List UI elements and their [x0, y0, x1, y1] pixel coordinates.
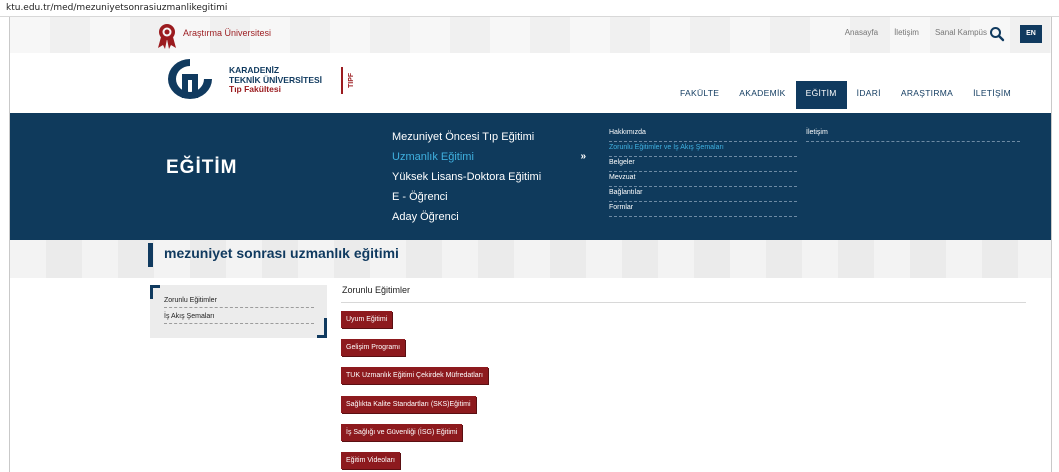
logo-text[interactable]: KARADENİZ TEKNİK ÜNİVERSİTESİ Tıp Fakült…	[229, 65, 322, 95]
mega-item-prospective[interactable]: Aday Öğrenci	[392, 207, 590, 227]
mega-item-label: Uzmanlık Eğitimi	[392, 151, 474, 163]
mega-tertiary-list: İletişim	[806, 127, 1020, 142]
banner-accent-bar	[148, 243, 153, 267]
main-navigation: FAKÜLTE AKADEMİK EĞİTİM İDARİ ARAŞTIRMA …	[670, 81, 1021, 113]
sidebar-corner-decoration	[317, 318, 327, 338]
search-icon[interactable]	[988, 25, 1006, 43]
education-mega-menu: EĞİTİM Mezuniyet Öncesi Tıp Eğitimi Uzma…	[10, 113, 1051, 240]
sidebar-item-workflow-charts[interactable]: İş Akış Şemaları	[164, 310, 314, 324]
site-header: KARADENİZ TEKNİK ÜNİVERSİTESİ Tıp Fakült…	[10, 53, 1051, 113]
sub-item-documents[interactable]: Belgeler	[609, 157, 797, 172]
content-heading: Zorunlu Eğitimler	[342, 285, 411, 295]
sks-training-button[interactable]: Sağlıkta Kalite Standartları (SKS)Eğitim…	[341, 396, 476, 413]
sidebar-corner-decoration	[150, 285, 160, 299]
sub-item-about[interactable]: Hakkımızda	[609, 127, 797, 142]
ktu-logo-icon[interactable]	[160, 56, 220, 102]
mega-item-undergraduate[interactable]: Mezuniyet Öncesi Tıp Eğitimi	[392, 127, 590, 147]
top-link-contact[interactable]: İletişim	[894, 28, 919, 37]
top-utility-bar: Araştırma Üniversitesi Anasayfa İletişim…	[10, 17, 1051, 53]
orientation-training-button[interactable]: Uyum Eğitimi	[341, 311, 393, 328]
sub-item-mandatory-trainings[interactable]: Zorunlu Eğitimler ve İş Akış Şemaları	[609, 142, 797, 157]
page-title: mezuniyet sonrası uzmanlık eğitimi	[164, 245, 399, 261]
page-banner: mezuniyet sonrası uzmanlık eğitimi	[10, 240, 1051, 278]
sub-item-forms[interactable]: Formlar	[609, 202, 797, 217]
mega-item-specialty-training[interactable]: Uzmanlık Eğitimi »	[392, 147, 590, 167]
top-link-virtual-campus[interactable]: Sanal Kampüs	[935, 28, 987, 37]
logo-divider	[341, 67, 343, 94]
sub-item-links[interactable]: Bağlantılar	[609, 187, 797, 202]
nav-academic[interactable]: AKADEMİK	[729, 85, 795, 113]
nav-faculty[interactable]: FAKÜLTE	[670, 85, 729, 113]
sidebar: Zorunlu Eğitimler İş Akış Şemaları	[150, 285, 327, 338]
development-program-button[interactable]: Gelişim Programı	[341, 339, 406, 356]
double-chevron-icon: »	[580, 151, 586, 162]
nav-education[interactable]: EĞİTİM	[795, 81, 847, 109]
mega-primary-list: Mezuniyet Öncesi Tıp Eğitimi Uzmanlık Eğ…	[392, 127, 590, 227]
browser-url-bar[interactable]: ktu.edu.tr/med/mezuniyetsonrasiuzmanlike…	[0, 0, 1059, 17]
nav-administrative[interactable]: İDARİ	[847, 85, 891, 113]
top-links: Anasayfa İletişim Sanal Kampüs	[845, 28, 987, 37]
mega-secondary-list: Hakkımızda Zorunlu Eğitimler ve İş Akış …	[609, 127, 797, 217]
sidebar-item-mandatory-trainings[interactable]: Zorunlu Eğitimler	[164, 294, 314, 308]
content-divider	[341, 302, 1026, 303]
nav-contact[interactable]: İLETİŞİM	[963, 85, 1021, 113]
mega-item-graduate[interactable]: Yüksek Lisans-Doktora Eğitimi	[392, 167, 590, 187]
nav-research[interactable]: ARAŞTIRMA	[891, 85, 963, 113]
sub-item-contact[interactable]: İletişim	[806, 127, 1020, 142]
tuk-curriculum-button[interactable]: TUK Uzmanlık Eğitimi Çekirdek Müfredatla…	[341, 367, 488, 384]
isg-training-button[interactable]: İş Sağlığı ve Güvenliği (İSG) Eğitimi	[341, 424, 463, 441]
sub-item-legislation[interactable]: Mevzuat	[609, 172, 797, 187]
award-ribbon-icon	[158, 24, 176, 49]
research-university-label[interactable]: Araştırma Üniversitesi	[183, 28, 271, 38]
language-button[interactable]: EN	[1020, 25, 1042, 43]
mega-item-e-student[interactable]: E - Öğrenci	[392, 187, 590, 207]
logo-vertical-label: TIPF	[348, 72, 355, 89]
top-link-home[interactable]: Anasayfa	[845, 28, 878, 37]
logo-faculty: Tıp Fakültesi	[229, 84, 281, 94]
page-frame: Araştırma Üniversitesi Anasayfa İletişim…	[9, 17, 1052, 472]
mega-menu-title: EĞİTİM	[166, 157, 238, 178]
training-videos-button[interactable]: Eğitim Videoları	[341, 452, 400, 469]
